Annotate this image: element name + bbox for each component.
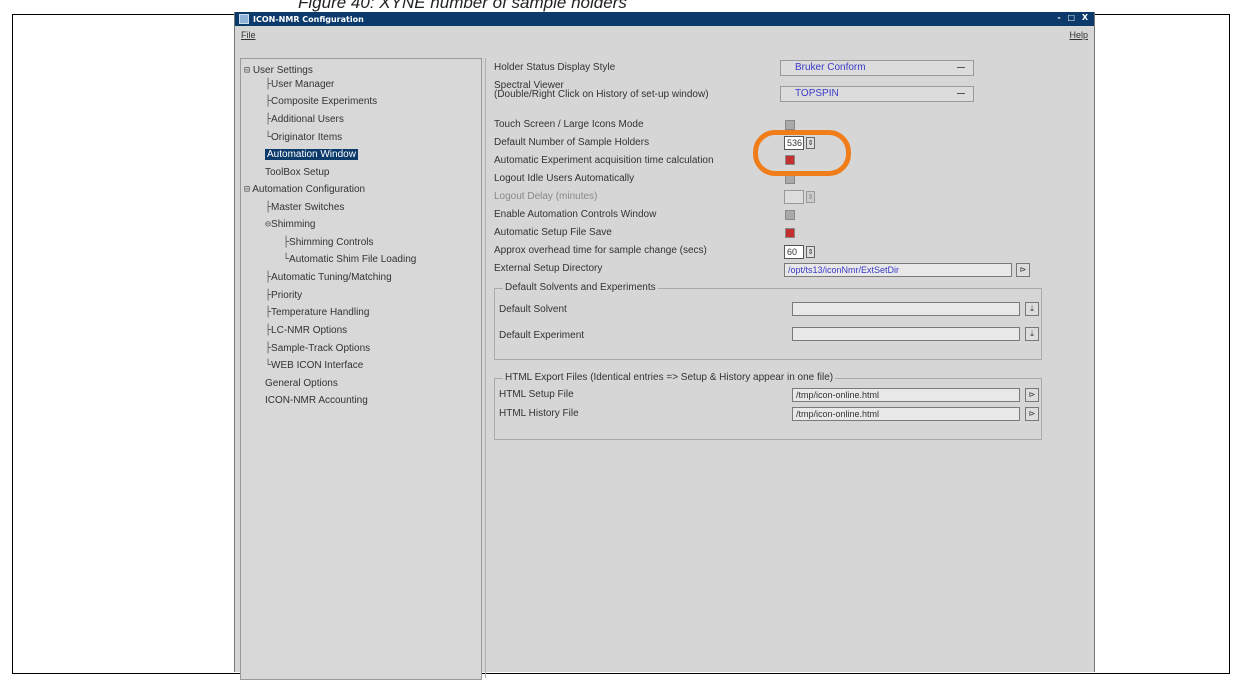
tree-item-additional-users[interactable]: ├Additional Users	[265, 112, 344, 127]
external-setup-label: External Setup Directory	[494, 263, 603, 274]
external-setup-field[interactable]: /opt/ts13/iconNmr/ExtSetDir	[784, 263, 1012, 277]
default-solvent-field[interactable]	[792, 302, 1020, 316]
download-icon[interactable]: ⤓	[1025, 327, 1039, 341]
tree-item-sample-track-options[interactable]: ├Sample-Track Options	[265, 341, 370, 356]
folder-browse-icon[interactable]: ⊳	[1025, 388, 1039, 402]
logout-idle-label: Logout Idle Users Automatically	[494, 173, 635, 184]
logout-delay-label: Logout Delay (minutes)	[494, 191, 598, 202]
title-bar: ICON-NMR Configuration - □ X	[235, 12, 1094, 26]
html-setup-label: HTML Setup File	[499, 389, 574, 400]
auto-exp-time-label: Automatic Experiment acquisition time ca…	[494, 155, 714, 166]
tree-item-shimming[interactable]: ⊖Shimming	[265, 217, 316, 232]
window-controls[interactable]: - □ X	[1057, 13, 1090, 22]
tree-item-automation-window[interactable]: Automation Window	[265, 147, 358, 162]
html-history-field[interactable]: /tmp/icon-online.html	[792, 407, 1020, 421]
holder-status-dropdown[interactable]: Bruker Conform	[780, 60, 974, 76]
enable-controls-label: Enable Automation Controls Window	[494, 209, 657, 220]
expand-toggle-icon[interactable]: ⊟	[244, 184, 250, 195]
default-experiment-label: Default Experiment	[499, 330, 585, 341]
holder-status-label: Holder Status Display Style	[494, 62, 616, 73]
tree-item-automatic-shim-file-loading[interactable]: └Automatic Shim File Loading	[283, 252, 416, 267]
menu-help[interactable]: Help	[1069, 30, 1088, 40]
html-export-group: HTML Export Files (Identical entries => …	[494, 372, 1042, 440]
logout-delay-spin-button[interactable]: ⇕	[806, 191, 815, 203]
tree-item-automation-configuration[interactable]: ⊟ Automation Configuration	[244, 182, 365, 197]
html-export-group-title: HTML Export Files (Identical entries => …	[503, 372, 836, 383]
default-holders-label: Default Number of Sample Holders	[494, 137, 650, 148]
tree-item-shimming-controls[interactable]: ├Shimming Controls	[283, 235, 374, 250]
auto-setup-save-label: Automatic Setup File Save	[494, 227, 612, 238]
highlight-ring	[753, 130, 851, 176]
window-title: ICON-NMR Configuration	[253, 14, 364, 24]
overhead-time-label: Approx overhead time for sample change (…	[494, 245, 707, 256]
touch-screen-checkbox[interactable]	[785, 120, 795, 130]
html-history-label: HTML History File	[499, 408, 579, 419]
menu-file[interactable]: File	[241, 30, 256, 40]
dropdown-arrow-icon	[957, 67, 965, 68]
defaults-group: Default Solvents and Experiments Default…	[494, 282, 1042, 360]
spectral-viewer-label-2: (Double/Right Click on History of set-up…	[494, 89, 709, 100]
tree-item-master-switches[interactable]: ├Master Switches	[265, 200, 344, 215]
dropdown-arrow-icon	[957, 93, 965, 94]
enable-controls-checkbox[interactable]	[785, 210, 795, 220]
spectral-viewer-dropdown[interactable]: TOPSPIN	[780, 86, 974, 102]
default-experiment-field[interactable]	[792, 327, 1020, 341]
defaults-group-title: Default Solvents and Experiments	[503, 282, 658, 293]
tree-item-user-settings[interactable]: ⊟ User Settings	[244, 63, 313, 78]
tree-item-web-icon-interface[interactable]: └WEB ICON Interface	[265, 358, 363, 373]
html-setup-field[interactable]: /tmp/icon-online.html	[792, 388, 1020, 402]
menu-bar: File Help	[235, 26, 1094, 43]
tree-item-priority[interactable]: ├Priority	[265, 288, 302, 303]
tree-item-icon-nmr-accounting[interactable]: ICON-NMR Accounting	[265, 393, 368, 408]
download-icon[interactable]: ⤓	[1025, 302, 1039, 316]
default-solvent-label: Default Solvent	[499, 304, 567, 315]
folder-browse-icon[interactable]: ⊳	[1025, 407, 1039, 421]
tree-item-composite-experiments[interactable]: ├Composite Experiments	[265, 94, 377, 109]
config-window: ICON-NMR Configuration - □ X File Help ⊟…	[234, 12, 1095, 680]
folder-browse-icon[interactable]: ⊳	[1016, 263, 1030, 277]
tree-item-toolbox-setup[interactable]: ToolBox Setup	[265, 165, 330, 180]
tree-item-lc-nmr-options[interactable]: ├LC-NMR Options	[265, 323, 347, 338]
overhead-time-spin-button[interactable]: ⇕	[806, 246, 815, 258]
settings-tree: ⊟ User Settings ├User Manager ├Composite…	[240, 58, 482, 680]
tree-item-general-options[interactable]: General Options	[265, 376, 338, 391]
tree-item-user-manager[interactable]: ├User Manager	[265, 77, 334, 92]
app-icon	[239, 14, 249, 24]
overhead-time-input[interactable]: 60	[784, 245, 804, 259]
auto-setup-save-checkbox[interactable]	[785, 228, 795, 238]
touch-screen-label: Touch Screen / Large Icons Mode	[494, 119, 644, 130]
tree-item-automatic-tuning-matching[interactable]: ├Automatic Tuning/Matching	[265, 270, 392, 285]
tree-item-originator-items[interactable]: └Originator Items	[265, 130, 342, 145]
expand-toggle-icon[interactable]: ⊟	[244, 65, 250, 76]
logout-delay-input[interactable]	[784, 190, 804, 204]
tree-item-temperature-handling[interactable]: ├Temperature Handling	[265, 305, 369, 320]
